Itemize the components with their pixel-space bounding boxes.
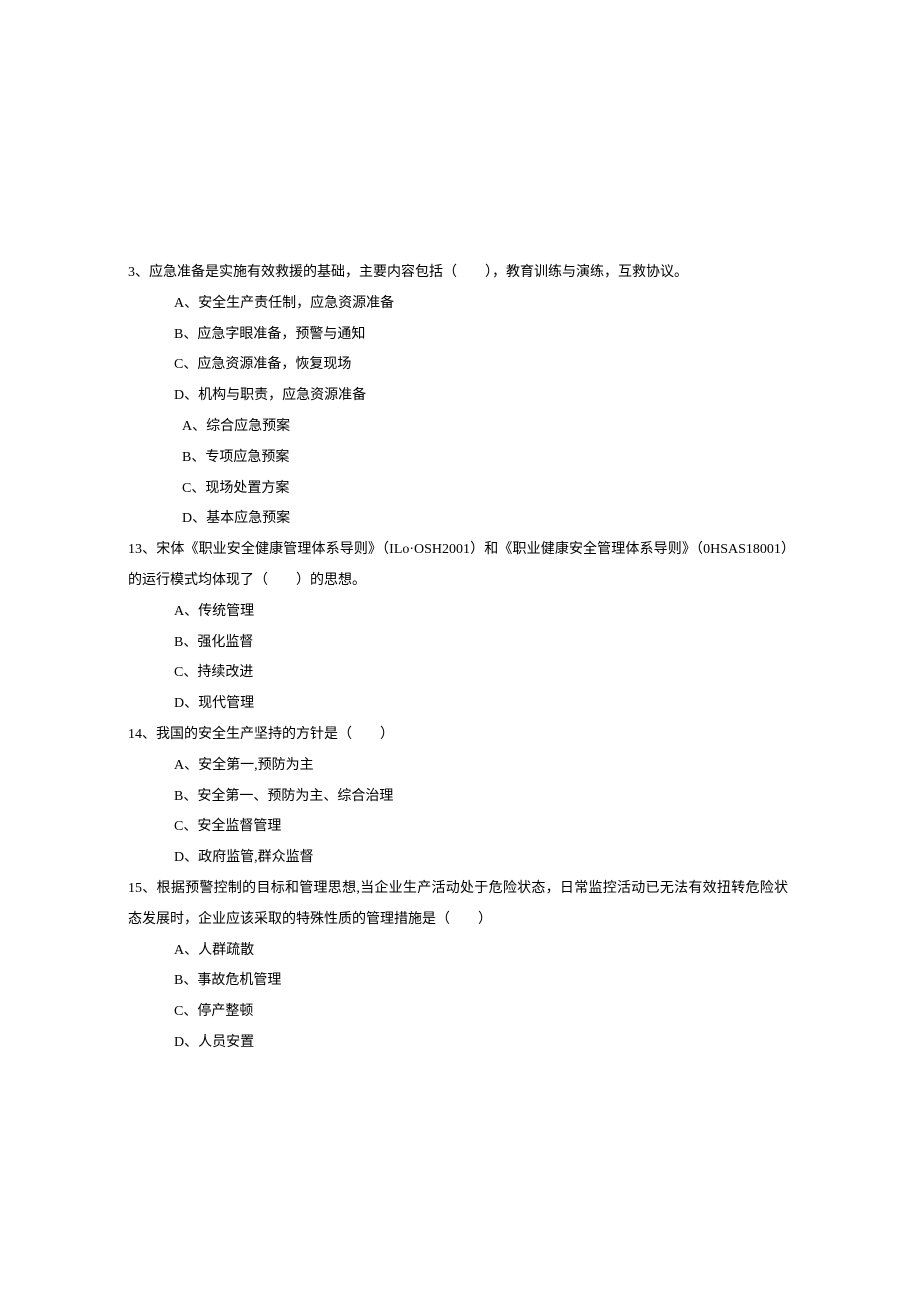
question-13-option-b: B、强化监督 — [128, 628, 788, 659]
question-15-option-a: A、人群疏散 — [128, 936, 788, 967]
question-14-option-a: A、安全第一,预防为主 — [128, 751, 788, 782]
question-3-option-c: C、应急资源准备，恢复现场 — [128, 350, 788, 381]
question-3-option-a: A、安全生产责任制，应急资源准备 — [128, 289, 788, 320]
question-13-option-c: C、持续改进 — [128, 658, 788, 689]
page: 3、应急准备是实施有效救援的基础，主要内容包括（ ），教育训练与演练，互救协议。… — [0, 0, 920, 1301]
question-14-option-d: D、政府监管,群众监督 — [128, 843, 788, 874]
question-3-suboption-d: D、基本应急预案 — [128, 504, 788, 535]
question-3-option-b: B、应急字眼准备，预警与通知 — [128, 320, 788, 351]
question-15-option-d: D、人员安置 — [128, 1028, 788, 1059]
question-15-option-c: C、停产整顿 — [128, 997, 788, 1028]
question-13-stem: 13、宋体《职业安全健康管理体系导则》（ILo·OSH2001）和《职业健康安全… — [128, 535, 788, 597]
question-3-stem: 3、应急准备是实施有效救援的基础，主要内容包括（ ），教育训练与演练，互救协议。 — [128, 258, 788, 289]
question-13-option-a: A、传统管理 — [128, 597, 788, 628]
question-14-stem: 14、我国的安全生产坚持的方针是（ ） — [128, 720, 788, 751]
question-3-option-d: D、机构与职责，应急资源准备 — [128, 381, 788, 412]
question-15-stem: 15、根据预警控制的目标和管理思想,当企业生产活动处于危险状态，日常监控活动已无… — [128, 874, 788, 936]
question-15-option-b: B、事故危机管理 — [128, 966, 788, 997]
question-14-option-b: B、安全第一、预防为主、综合治理 — [128, 782, 788, 813]
question-3-suboption-a: A、综合应急预案 — [128, 412, 788, 443]
question-14-option-c: C、安全监督管理 — [128, 812, 788, 843]
question-3-suboption-b: B、专项应急预案 — [128, 443, 788, 474]
question-13-option-d: D、现代管理 — [128, 689, 788, 720]
question-3-suboption-c: C、现场处置方案 — [128, 474, 788, 505]
